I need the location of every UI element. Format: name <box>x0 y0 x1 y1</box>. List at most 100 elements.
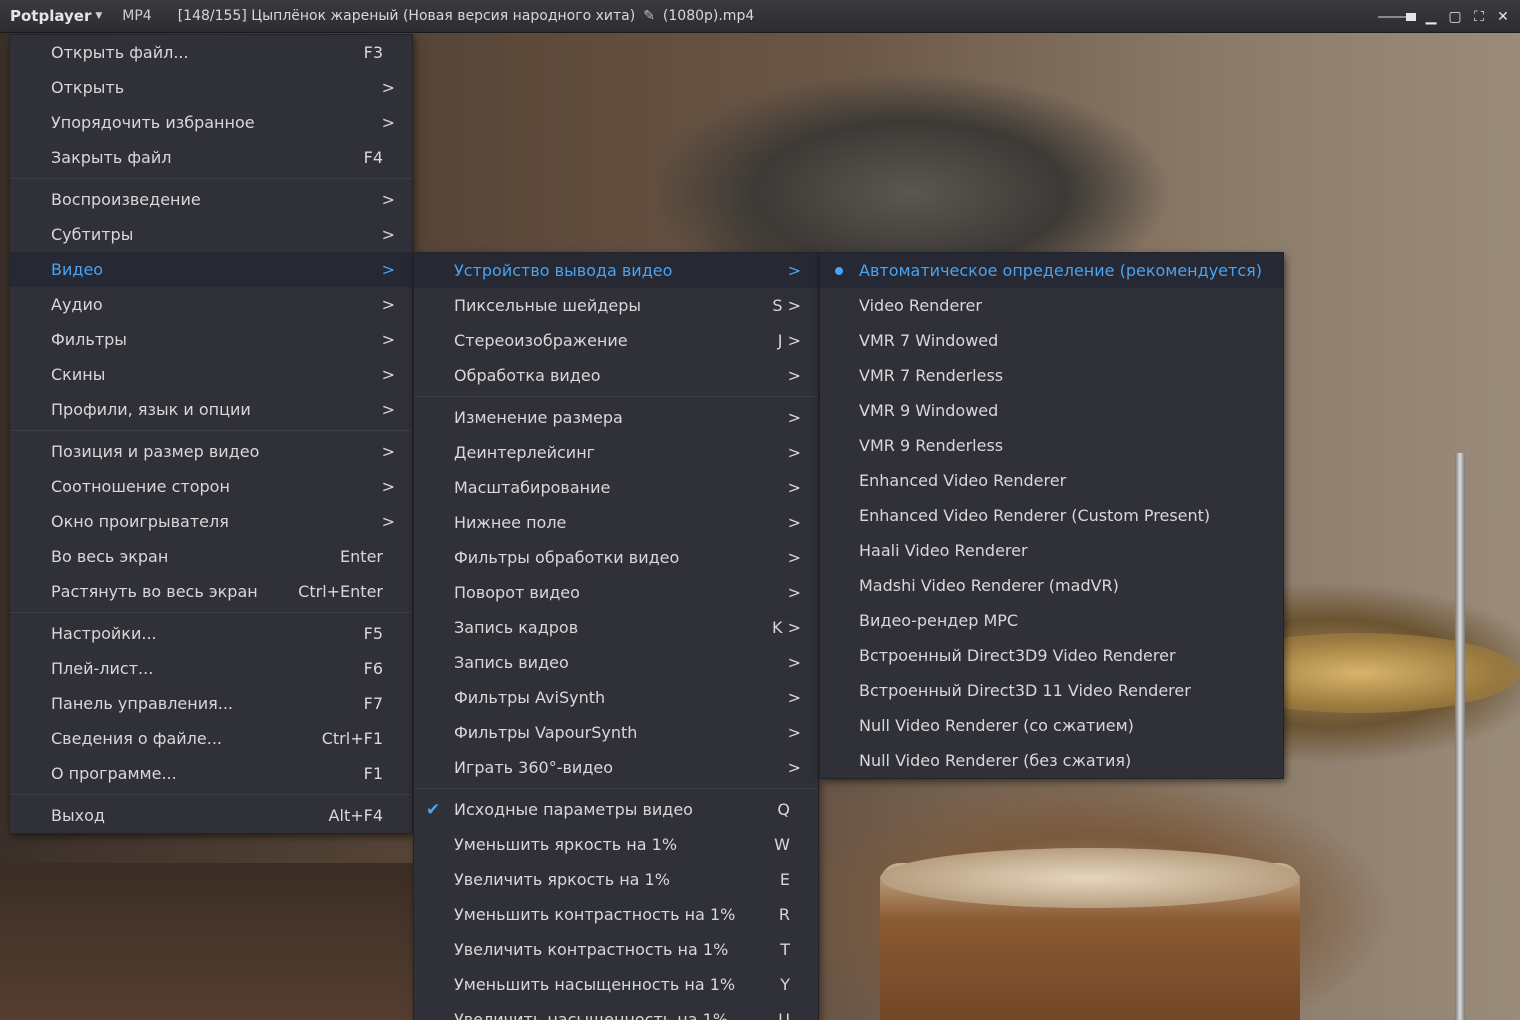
menu-item-shortcut: > <box>787 478 801 497</box>
menu-item[interactable]: Фильтры VapourSynth > <box>414 715 818 750</box>
menu-item[interactable]: Закрыть файл F4 <box>10 140 412 175</box>
menu-item-renderer[interactable]: Null Video Renderer (без сжатия) <box>820 743 1283 778</box>
menu-item-renderer[interactable]: Enhanced Video Renderer (Custom Present) <box>820 498 1283 533</box>
menu-item-shortcut: > <box>787 688 801 707</box>
menu-item[interactable]: Сведения о файле... Ctrl+F1 <box>10 721 412 756</box>
menu-item[interactable]: О программе... F1 <box>10 756 412 791</box>
menu-item[interactable]: Растянуть во весь экран Ctrl+Enter <box>10 574 412 609</box>
menu-item[interactable]: Позиция и размер видео > <box>10 434 412 469</box>
menu-item[interactable]: Нижнее поле > <box>414 505 818 540</box>
menu-item[interactable]: Уменьшить насыщенность на 1% Y <box>414 967 818 1002</box>
menu-item[interactable]: Видео > <box>10 252 412 287</box>
maximize-icon[interactable]: ▢ <box>1448 10 1462 24</box>
menu-item[interactable]: Плей-лист... F6 <box>10 651 412 686</box>
menu-item[interactable]: Воспроизведение > <box>10 182 412 217</box>
submenu-arrow-icon: > <box>381 225 395 244</box>
menu-item[interactable]: Открыть файл... F3 <box>10 35 412 70</box>
app-menu-dropdown-icon[interactable]: ▼ <box>95 11 102 21</box>
menu-separator <box>414 785 818 792</box>
menu-item-renderer[interactable]: VMR 9 Renderless <box>820 428 1283 463</box>
menu-item-label: Скины <box>51 365 106 384</box>
menu-item[interactable]: Запись кадров K > <box>414 610 818 645</box>
menu-item[interactable]: Аудио > <box>10 287 412 322</box>
submenu-video-output-device: Автоматическое определение (рекомендуетс… <box>820 253 1283 778</box>
menu-item[interactable]: ✔ Исходные параметры видео Q <box>414 792 818 827</box>
menu-item-label: Video Renderer <box>859 296 982 315</box>
menu-item-label: Встроенный Direct3D 11 Video Renderer <box>859 681 1191 700</box>
menu-item-renderer[interactable]: Видео-рендер MPC <box>820 603 1283 638</box>
menu-item-shortcut: > <box>787 548 801 567</box>
menu-item[interactable]: Соотношение сторон > <box>10 469 412 504</box>
menu-item[interactable]: Изменение размера > <box>414 400 818 435</box>
menu-item[interactable]: Увеличить яркость на 1% E <box>414 862 818 897</box>
radio-bullet-icon <box>835 266 843 275</box>
menu-item-label: Изменение размера <box>454 408 623 427</box>
menu-item[interactable]: Упорядочить избранное > <box>10 105 412 140</box>
menu-item-renderer[interactable]: Enhanced Video Renderer <box>820 463 1283 498</box>
menu-separator <box>10 609 412 616</box>
menu-item[interactable]: Уменьшить яркость на 1% W <box>414 827 818 862</box>
opacity-slider-knob[interactable] <box>1406 12 1416 21</box>
menu-item-shortcut: U <box>778 1010 790 1020</box>
menu-item[interactable]: Скины > <box>10 357 412 392</box>
menu-item-label: Выход <box>51 806 105 825</box>
menu-item-renderer[interactable]: VMR 7 Renderless <box>820 358 1283 393</box>
menu-item[interactable]: Поворот видео > <box>414 575 818 610</box>
menu-item[interactable]: Профили, язык и опции > <box>10 392 412 427</box>
minimize-icon[interactable]: ▁ <box>1424 10 1438 24</box>
menu-item-renderer[interactable]: Автоматическое определение (рекомендуетс… <box>820 253 1283 288</box>
menu-item[interactable]: Запись видео > <box>414 645 818 680</box>
menu-item[interactable]: Деинтерлейсинг > <box>414 435 818 470</box>
menu-item[interactable]: Увеличить насыщенность на 1% U <box>414 1002 818 1020</box>
menu-item[interactable]: Фильтры AviSynth > <box>414 680 818 715</box>
menu-item-label: Запись кадров <box>454 618 579 637</box>
menu-item[interactable]: Во весь экран Enter <box>10 539 412 574</box>
menu-item[interactable]: Субтитры > <box>10 217 412 252</box>
menu-item-renderer[interactable]: Madshi Video Renderer (madVR) <box>820 568 1283 603</box>
menu-item[interactable]: Окно проигрывателя > <box>10 504 412 539</box>
fullscreen-icon[interactable]: ⛶ <box>1472 10 1486 24</box>
menu-item[interactable]: Устройство вывода видео > <box>414 253 818 288</box>
menu-item-renderer[interactable]: VMR 9 Windowed <box>820 393 1283 428</box>
pencil-icon[interactable]: ✎ <box>643 8 655 24</box>
menu-item-label: Исходные параметры видео <box>454 800 693 819</box>
menu-item-label: Упорядочить избранное <box>51 113 255 132</box>
menu-item-label: Соотношение сторон <box>51 477 230 496</box>
close-icon[interactable]: ✕ <box>1496 10 1510 24</box>
menu-item-renderer[interactable]: VMR 7 Windowed <box>820 323 1283 358</box>
menu-item-label: Null Video Renderer (со сжатием) <box>859 716 1134 735</box>
menu-item-label: Увеличить яркость на 1% <box>454 870 670 889</box>
menu-item[interactable]: Фильтры > <box>10 322 412 357</box>
menu-item-label: Открыть <box>51 78 125 97</box>
menu-item-label: Фильтры <box>51 330 127 349</box>
menu-item[interactable]: Панель управления... F7 <box>10 686 412 721</box>
submenu-video: Устройство вывода видео > Пиксельные шейде… <box>414 253 818 1020</box>
menu-item[interactable]: Выход Alt+F4 <box>10 798 412 833</box>
menu-item[interactable]: Стереоизображение J > <box>414 323 818 358</box>
menu-item[interactable]: Открыть > <box>10 70 412 105</box>
menu-item[interactable]: Уменьшить контрастность на 1% R <box>414 897 818 932</box>
menu-item-renderer[interactable]: Video Renderer <box>820 288 1283 323</box>
menu-item[interactable]: Пиксельные шейдеры S > <box>414 288 818 323</box>
menu-item[interactable]: Обработка видео > <box>414 358 818 393</box>
menu-item-label: Enhanced Video Renderer (Custom Present) <box>859 506 1211 525</box>
app-menu-button[interactable]: Potplayer <box>10 7 91 25</box>
menu-item[interactable]: Увеличить контрастность на 1% T <box>414 932 818 967</box>
title-bar[interactable]: Potplayer ▼ MP4 [148/155] Цыплёнок жарен… <box>0 0 1520 33</box>
menu-item[interactable]: Настройки... F5 <box>10 616 412 651</box>
menu-item-shortcut: Y <box>780 975 790 994</box>
menu-item-renderer[interactable]: Встроенный Direct3D9 Video Renderer <box>820 638 1283 673</box>
menu-item-renderer[interactable]: Haali Video Renderer <box>820 533 1283 568</box>
menu-item-label: Закрыть файл <box>51 148 172 167</box>
menu-item-renderer[interactable]: Null Video Renderer (со сжатием) <box>820 708 1283 743</box>
menu-separator <box>10 427 412 434</box>
menu-item-label: Поворот видео <box>454 583 580 602</box>
menu-item-label: Запись видео <box>454 653 569 672</box>
menu-item[interactable]: Фильтры обработки видео > <box>414 540 818 575</box>
menu-item-renderer[interactable]: Встроенный Direct3D 11 Video Renderer <box>820 673 1283 708</box>
menu-item[interactable]: Масштабирование > <box>414 470 818 505</box>
menu-item-label: Деинтерлейсинг <box>454 443 596 462</box>
menu-item[interactable]: Играть 360°-видео > <box>414 750 818 785</box>
format-label: MP4 <box>122 8 152 24</box>
opacity-slider[interactable] <box>1378 12 1416 21</box>
